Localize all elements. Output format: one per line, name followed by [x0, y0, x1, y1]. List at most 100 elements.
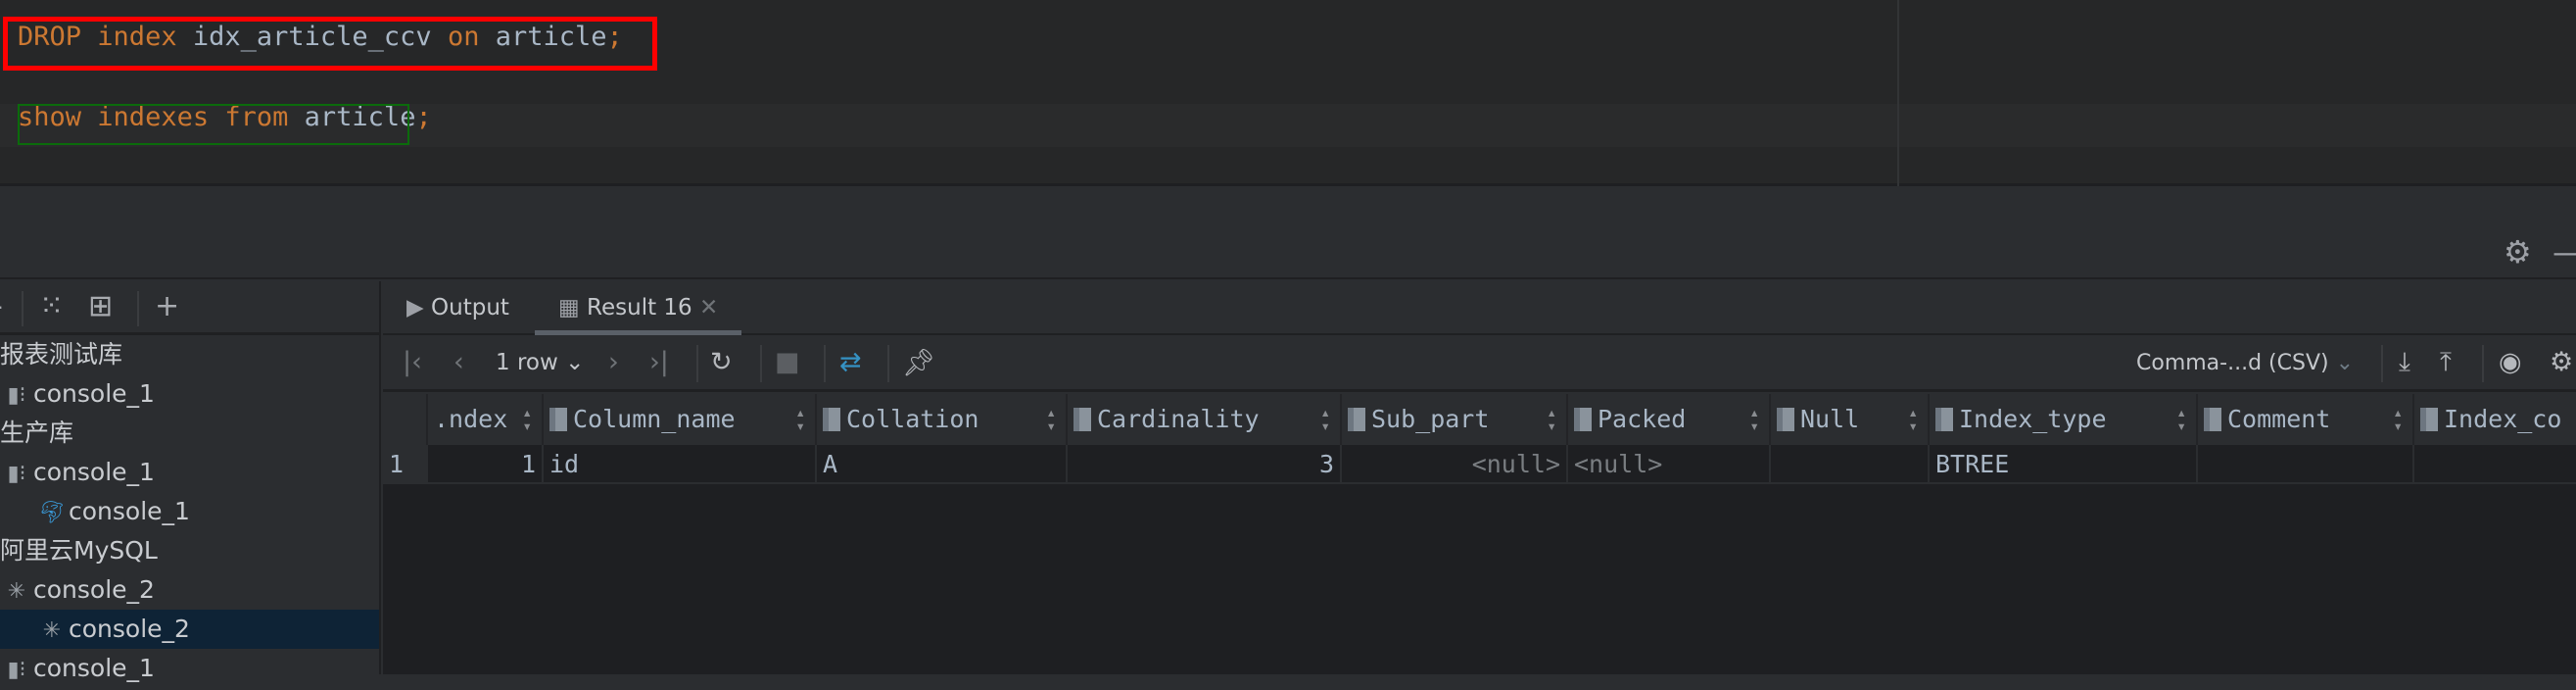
group-by-icon[interactable]: ⁙ — [39, 289, 64, 323]
table-cell[interactable] — [2414, 445, 2576, 482]
tree-item-label: console_1 — [33, 458, 155, 486]
annotation-highlight-box — [3, 17, 657, 71]
tab-result-16[interactable]: ▦ Result 16 ✕ — [535, 281, 742, 335]
table-cell[interactable]: 1 — [428, 445, 544, 482]
tree-item[interactable]: ✳ console_2 — [0, 570, 379, 610]
results-grid[interactable]: .ndex ▴ ▾ Column_name ▴ ▾ Collation ▴ ▾ Cardin… — [383, 394, 2576, 674]
collapse-icon[interactable]: - — [0, 289, 3, 323]
tree-item-label: console_2 — [69, 615, 190, 643]
tree-item-label: console_1 — [69, 497, 190, 525]
row-number-header — [383, 394, 428, 445]
table-cell[interactable]: A — [817, 445, 1068, 482]
sort-icon[interactable]: ▴ ▾ — [1908, 405, 1918, 434]
column-header[interactable]: Index_type ▴ ▾ — [1930, 394, 2198, 445]
column-header-label: Index_type — [1959, 405, 2107, 433]
right-margin-guide — [1897, 0, 1899, 186]
column-header[interactable]: Collation ▴ ▾ — [817, 394, 1068, 445]
download-icon[interactable]: ⤓ — [2399, 347, 2410, 378]
table-cell[interactable]: id — [544, 445, 817, 482]
tree-item[interactable]: ▮⁝ console_1 — [0, 374, 379, 414]
tree-item[interactable]: ▮⁝ console_1 — [0, 453, 379, 492]
column-icon — [1935, 408, 1953, 431]
column-header-label: Index_co — [2444, 405, 2562, 433]
tree-item[interactable]: 报表测试库 — [0, 335, 379, 374]
sort-icon[interactable]: ▴ ▾ — [1547, 405, 1556, 434]
tree-item[interactable]: ▮⁝ console_1 — [0, 649, 379, 688]
column-header[interactable]: Sub_part ▴ ▾ — [1342, 394, 1568, 445]
sort-icon[interactable]: ▴ ▾ — [2393, 405, 2403, 434]
first-page-icon[interactable]: |‹ — [403, 347, 422, 377]
column-header-label: Sub_part — [1371, 405, 1490, 433]
table-cell[interactable]: 3 — [1068, 445, 1342, 482]
settings-gear-icon[interactable]: ⚙ — [2550, 347, 2573, 377]
results-toolbar: |‹ ‹ 1 row ⌄ › ›| ↻ ■ ⇄ 📌︎ Comma-...d (C… — [383, 335, 2576, 392]
column-header[interactable]: .ndex ▴ ▾ — [428, 394, 544, 445]
output-icon: ▶ — [406, 295, 424, 320]
column-header[interactable]: Column_name ▴ ▾ — [544, 394, 817, 445]
close-tab-icon[interactable]: ✕ — [699, 295, 718, 320]
column-header-label: Null — [1800, 405, 1860, 433]
add-icon[interactable]: + — [155, 289, 179, 323]
minimize-icon[interactable]: — — [2552, 233, 2576, 271]
tree-item[interactable]: 生产库 — [0, 414, 379, 453]
separator — [22, 291, 24, 326]
row-count-dropdown[interactable]: 1 row ⌄ — [496, 350, 584, 375]
separator — [2381, 345, 2383, 382]
column-icon — [549, 408, 567, 431]
console-icon: ▮⁝ — [7, 462, 26, 486]
sort-icon[interactable]: ▴ ▾ — [2176, 405, 2186, 434]
export-format-dropdown[interactable]: Comma-...d (CSV) ⌄ — [2136, 351, 2354, 375]
mysql-dolphin-icon: 🐬︎ — [38, 501, 66, 525]
table-cell[interactable]: <null> — [1342, 445, 1568, 482]
table-cell[interactable]: BTREE — [1930, 445, 2198, 482]
sql-editor[interactable]: DROP index idx_article_ccv on article; s… — [0, 0, 2576, 186]
column-icon — [1348, 408, 1365, 431]
previous-page-icon[interactable]: ‹ — [453, 347, 464, 377]
separator — [137, 291, 139, 326]
sql-keyword: ; — [415, 102, 432, 132]
tree-item-label: 生产库 — [0, 419, 74, 447]
next-page-icon[interactable]: › — [608, 347, 619, 377]
column-header[interactable]: Comment ▴ ▾ — [2198, 394, 2414, 445]
column-header[interactable]: Null ▴ ▾ — [1771, 394, 1930, 445]
column-header-label: Packed — [1598, 405, 1687, 433]
services-tree: 报表测试库 ▮⁝ console_1 生产库 ▮⁝ console_1 🐬︎ console_… — [0, 335, 379, 688]
refresh-icon[interactable]: ↻ — [710, 347, 733, 377]
tab-output[interactable]: ▶ Output — [406, 281, 509, 335]
table-row[interactable]: 1 1 id A 3 <null> <null> BTREE — [383, 445, 2576, 484]
upload-icon[interactable]: ⤒ — [2440, 347, 2452, 378]
tree-item-label: console_2 — [33, 575, 155, 604]
column-header[interactable]: Index_co▴ ▾ — [2414, 394, 2576, 445]
column-icon — [1574, 408, 1592, 431]
column-header[interactable]: Packed ▴ ▾ — [1568, 394, 1771, 445]
column-icon — [823, 408, 840, 431]
column-header-label: Collation — [846, 405, 979, 433]
console-icon: ▮⁝ — [7, 658, 26, 682]
compare-icon[interactable]: ⇄ — [839, 347, 862, 377]
tree-item[interactable]: 🐬︎ console_1 — [0, 492, 379, 531]
column-header[interactable]: Cardinality ▴ ▾ — [1068, 394, 1342, 445]
sort-icon[interactable]: ▴ ▾ — [1749, 405, 1759, 434]
tree-item[interactable]: ✳ console_2 — [0, 610, 379, 649]
table-cell[interactable] — [1771, 445, 1930, 482]
row-number[interactable]: 1 — [383, 445, 428, 482]
loading-icon: ✳ — [42, 618, 62, 643]
separator — [2482, 345, 2484, 382]
tree-item-label: 报表测试库 — [0, 340, 123, 369]
table-cell[interactable] — [2198, 445, 2414, 482]
sort-icon[interactable]: ▴ ▾ — [795, 405, 805, 434]
separator — [696, 345, 698, 382]
view-eye-icon[interactable]: ◉ — [2499, 347, 2522, 377]
table-cell[interactable]: <null> — [1568, 445, 1771, 482]
gear-icon[interactable]: ⚙ — [2504, 233, 2532, 271]
sort-icon[interactable]: ▴ ▾ — [1320, 405, 1330, 434]
tree-item[interactable]: 阿里云MySQL — [0, 531, 379, 570]
pin-icon[interactable]: 📌︎ — [902, 347, 935, 378]
new-session-icon[interactable]: ⊞ — [88, 289, 113, 323]
sort-icon[interactable]: ▴ ▾ — [1046, 405, 1056, 434]
last-page-icon[interactable]: ›| — [649, 347, 669, 377]
statement-highlight-box — [18, 104, 409, 145]
sort-icon[interactable]: ▴ ▾ — [522, 405, 532, 434]
stop-icon[interactable]: ■ — [775, 347, 800, 377]
services-tree-panel: - ⁙ ⊞ + 报表测试库▮⁝console_1生产库▮⁝console_1🐬︎… — [0, 281, 381, 682]
